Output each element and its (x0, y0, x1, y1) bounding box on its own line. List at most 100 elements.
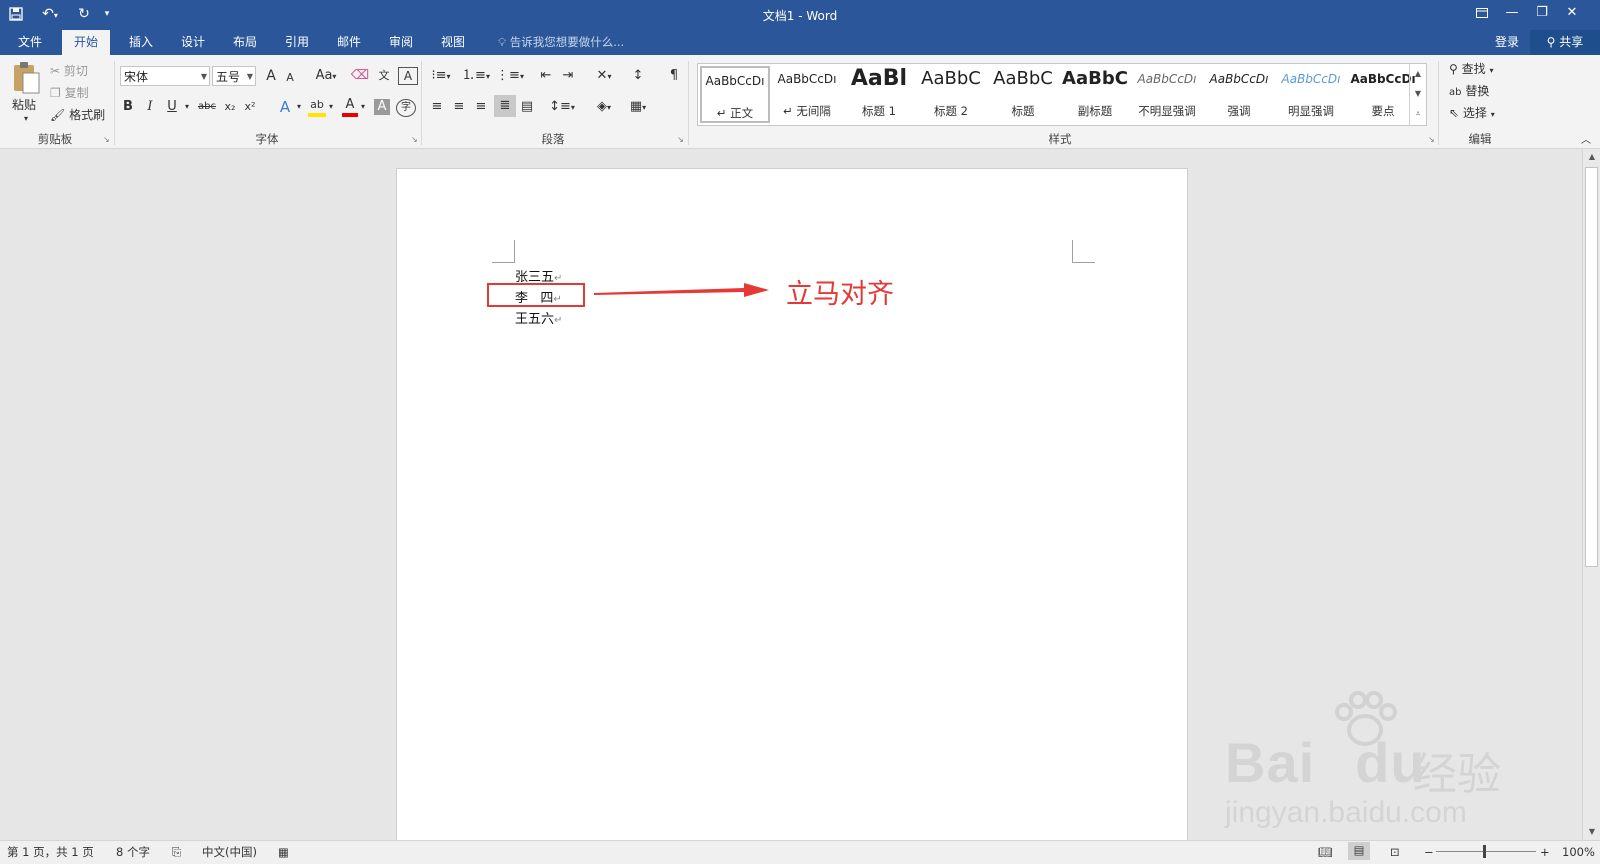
bullets-icon[interactable]: ⁝≡▾ (428, 66, 454, 87)
scroll-down-icon[interactable]: ▼ (1583, 824, 1600, 840)
share-button[interactable]: ⚲ 共享 (1530, 30, 1600, 55)
word-count[interactable]: 8 个字 (116, 844, 150, 860)
style-no-spacing[interactable]: AaBbCcDı ↵ 无间隔 (772, 66, 842, 123)
style-emphasis[interactable]: AaBbCcDı 强调 (1204, 66, 1274, 123)
macro-record-icon[interactable]: ▦ (278, 844, 289, 860)
print-layout-icon[interactable]: ▤ (1348, 842, 1370, 860)
chevron-down-icon[interactable]: ▾ (326, 97, 336, 117)
style-subtitle[interactable]: AaBbC 副标题 (1060, 66, 1130, 123)
proofing-icon[interactable]: ⎘ (172, 844, 181, 860)
shrink-font-icon[interactable]: A (282, 68, 298, 88)
tab-view[interactable]: 视图 (430, 30, 476, 55)
justify-icon[interactable]: ≣ (494, 95, 516, 117)
tab-file[interactable]: 文件 (6, 30, 54, 55)
find-button[interactable]: ⚲ 查找 ▾ (1449, 59, 1493, 81)
italic-button[interactable]: I (142, 97, 158, 117)
read-mode-icon[interactable]: 📖︎ (1318, 844, 1333, 860)
superscript-button[interactable]: x² (242, 97, 258, 117)
numbering-icon[interactable]: ⒈≡▾ (462, 66, 490, 87)
chinese-layout-icon[interactable]: ✕▾ (590, 66, 618, 87)
minimize-icon[interactable]: — (1497, 2, 1527, 24)
sort-icon[interactable]: ↕ (628, 66, 648, 86)
language-indicator[interactable]: 中文(中国) (202, 844, 257, 860)
tell-me-search[interactable]: 💡︎ 告诉我您想要做什么... (498, 30, 624, 55)
decrease-indent-icon[interactable]: ⇤ (536, 66, 556, 86)
distributed-icon[interactable]: ▤ (518, 97, 536, 117)
subscript-button[interactable]: x₂ (222, 97, 238, 117)
chevron-down-icon[interactable]: ▾ (182, 97, 192, 117)
line-spacing-icon[interactable]: ↕≡▾ (548, 97, 576, 118)
style-strong[interactable]: AaBbCcDı 要点 (1348, 66, 1418, 123)
select-button[interactable]: ⇖ 选择 ▾ (1449, 103, 1495, 125)
tab-review[interactable]: 审阅 (378, 30, 424, 55)
font-family-select[interactable]: 宋体 ▼ (120, 66, 210, 86)
styles-launcher-icon[interactable]: ↘ (1428, 135, 1435, 144)
web-layout-icon[interactable]: ⊡ (1390, 844, 1400, 860)
tab-references[interactable]: 引用 (274, 30, 320, 55)
bold-button[interactable]: B (120, 97, 136, 117)
clear-formatting-icon[interactable]: ⌫ (350, 66, 370, 86)
tab-design[interactable]: 设计 (170, 30, 216, 55)
ribbon-display-options-icon[interactable] (1467, 2, 1497, 24)
strikethrough-button[interactable]: abc (196, 97, 218, 117)
login-link[interactable]: 登录 (1495, 30, 1519, 55)
zoom-slider[interactable] (1436, 851, 1536, 852)
copy-button[interactable]: ❐ 复制 (50, 83, 89, 103)
clipboard-launcher-icon[interactable]: ↘ (103, 135, 110, 144)
tab-insert[interactable]: 插入 (118, 30, 164, 55)
multilevel-list-icon[interactable]: ⋮≡▾ (496, 66, 524, 87)
show-marks-icon[interactable]: ¶ (664, 66, 684, 86)
change-case-button[interactable]: Aa▾ (312, 66, 340, 87)
highlight-icon[interactable]: ab (308, 95, 326, 117)
style-intense-emphasis[interactable]: AaBbCcDı 明显强调 (1276, 66, 1346, 123)
zoom-out-icon[interactable]: − (1424, 844, 1434, 860)
character-shading-icon[interactable]: A (374, 99, 390, 115)
font-size-select[interactable]: 五号 ▼ (212, 66, 256, 86)
ribbon: 粘贴 ▾ ✂ 剪切 ❐ 复制 🖌︎ 格式刷 剪贴板 ↘ 宋体 ▼ 五号 ▼ A A … (0, 55, 1600, 149)
format-painter-button[interactable]: 🖌︎ 格式刷 (50, 105, 105, 125)
restore-icon[interactable]: ❐ (1527, 2, 1557, 24)
enclose-characters-icon[interactable]: 字 (396, 99, 416, 117)
replace-button[interactable]: ab 替换 (1449, 81, 1489, 103)
chevron-down-icon[interactable]: ▾ (358, 97, 368, 117)
borders-icon[interactable]: ▦▾ (624, 97, 652, 118)
vertical-scrollbar[interactable]: ▲ ▼ (1582, 149, 1600, 840)
grow-font-icon[interactable]: A (262, 66, 280, 86)
font-launcher-icon[interactable]: ↘ (411, 135, 418, 144)
style-heading-2[interactable]: AaBbC 标题 2 (916, 66, 986, 123)
style-subtle-emphasis[interactable]: AaBbCcDı 不明显强调 (1132, 66, 1202, 123)
tab-layout[interactable]: 布局 (222, 30, 268, 55)
gallery-up-icon[interactable]: ▲ (1410, 64, 1426, 84)
align-center-icon[interactable]: ≡ (450, 97, 468, 117)
chevron-down-icon[interactable]: ▾ (294, 97, 304, 117)
paste-icon[interactable] (8, 61, 44, 95)
tab-mailings[interactable]: 邮件 (326, 30, 372, 55)
phonetic-guide-icon[interactable]: 文 (374, 66, 394, 86)
align-right-icon[interactable]: ≡ (472, 97, 490, 117)
zoom-level[interactable]: 100% (1562, 844, 1595, 860)
font-color-icon[interactable]: A (342, 95, 358, 117)
tab-home[interactable]: 开始 (62, 30, 110, 55)
shading-icon[interactable]: ◈▾ (590, 97, 618, 118)
cut-button[interactable]: ✂ 剪切 (50, 61, 88, 81)
paragraph-launcher-icon[interactable]: ↘ (677, 135, 684, 144)
scroll-thumb[interactable] (1585, 167, 1598, 567)
collapse-ribbon-icon[interactable]: ︿ (1578, 131, 1594, 151)
close-icon[interactable]: ✕ (1557, 2, 1587, 24)
document-line[interactable]: 王五六↵ (515, 308, 562, 327)
page-count[interactable]: 第 1 页，共 1 页 (7, 844, 94, 860)
gallery-down-icon[interactable]: ▼ (1410, 84, 1426, 104)
gallery-more-icon[interactable]: ⩡ (1410, 104, 1426, 124)
style-normal[interactable]: AaBbCcDı ↵ 正文 (700, 66, 770, 123)
align-left-icon[interactable]: ≡ (428, 97, 446, 117)
increase-indent-icon[interactable]: ⇥ (558, 66, 578, 86)
scroll-up-icon[interactable]: ▲ (1583, 149, 1600, 165)
style-title[interactable]: AaBbC 标题 (988, 66, 1058, 123)
style-heading-1[interactable]: AaBl 标题 1 (844, 66, 914, 123)
zoom-in-icon[interactable]: + (1540, 844, 1550, 860)
paste-options-icon[interactable]: ▾ (24, 109, 28, 129)
zoom-slider-thumb[interactable] (1483, 845, 1486, 858)
underline-button[interactable]: U (164, 97, 180, 117)
character-border-icon[interactable]: A (398, 67, 418, 85)
text-effects-icon[interactable]: A (276, 97, 294, 117)
